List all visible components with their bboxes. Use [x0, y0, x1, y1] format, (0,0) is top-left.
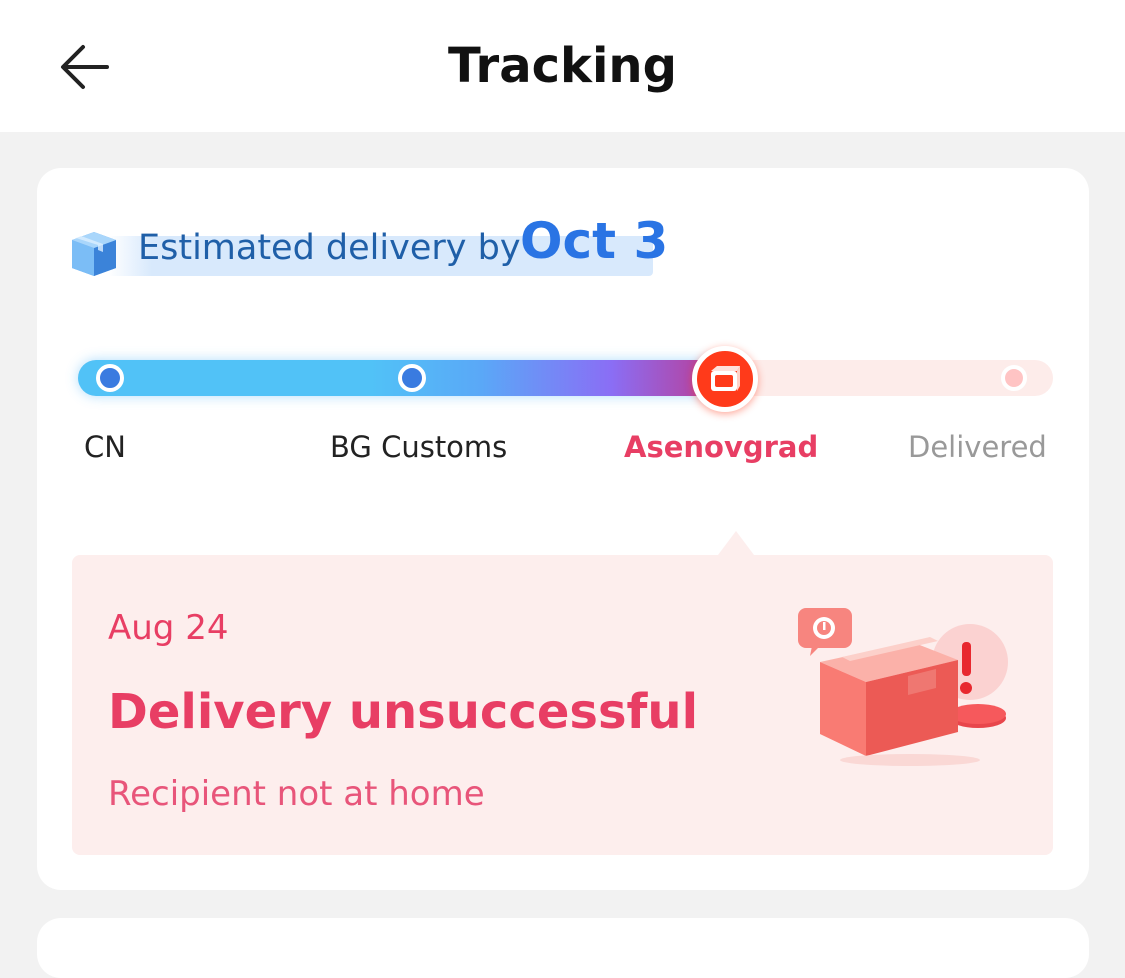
- stop-dot-customs: [398, 364, 426, 392]
- package-warning-icon: [790, 600, 1020, 774]
- stop-dot-cn: [96, 364, 124, 392]
- stop-dot-delivered: [1001, 365, 1027, 391]
- event-detail: Recipient not at home: [108, 774, 485, 814]
- estimate-label: Estimated delivery by: [138, 228, 521, 268]
- estimate-date: Oct 3: [520, 212, 669, 270]
- event-status: Delivery unsuccessful: [108, 684, 699, 740]
- event-date: Aug 24: [108, 608, 229, 648]
- stop-label-cn: CN: [84, 430, 126, 464]
- stop-label-delivered: Delivered: [908, 430, 1047, 464]
- stop-label-current: Asenovgrad: [624, 430, 819, 464]
- event-pointer: [718, 531, 754, 555]
- page-title: Tracking: [448, 38, 677, 94]
- current-stop-marker: [692, 346, 758, 412]
- package-icon: [711, 366, 740, 391]
- next-card: [37, 918, 1089, 978]
- stop-label-customs: BG Customs: [330, 430, 508, 464]
- package-box-icon: [68, 228, 120, 282]
- app-header: Tracking: [0, 0, 1125, 132]
